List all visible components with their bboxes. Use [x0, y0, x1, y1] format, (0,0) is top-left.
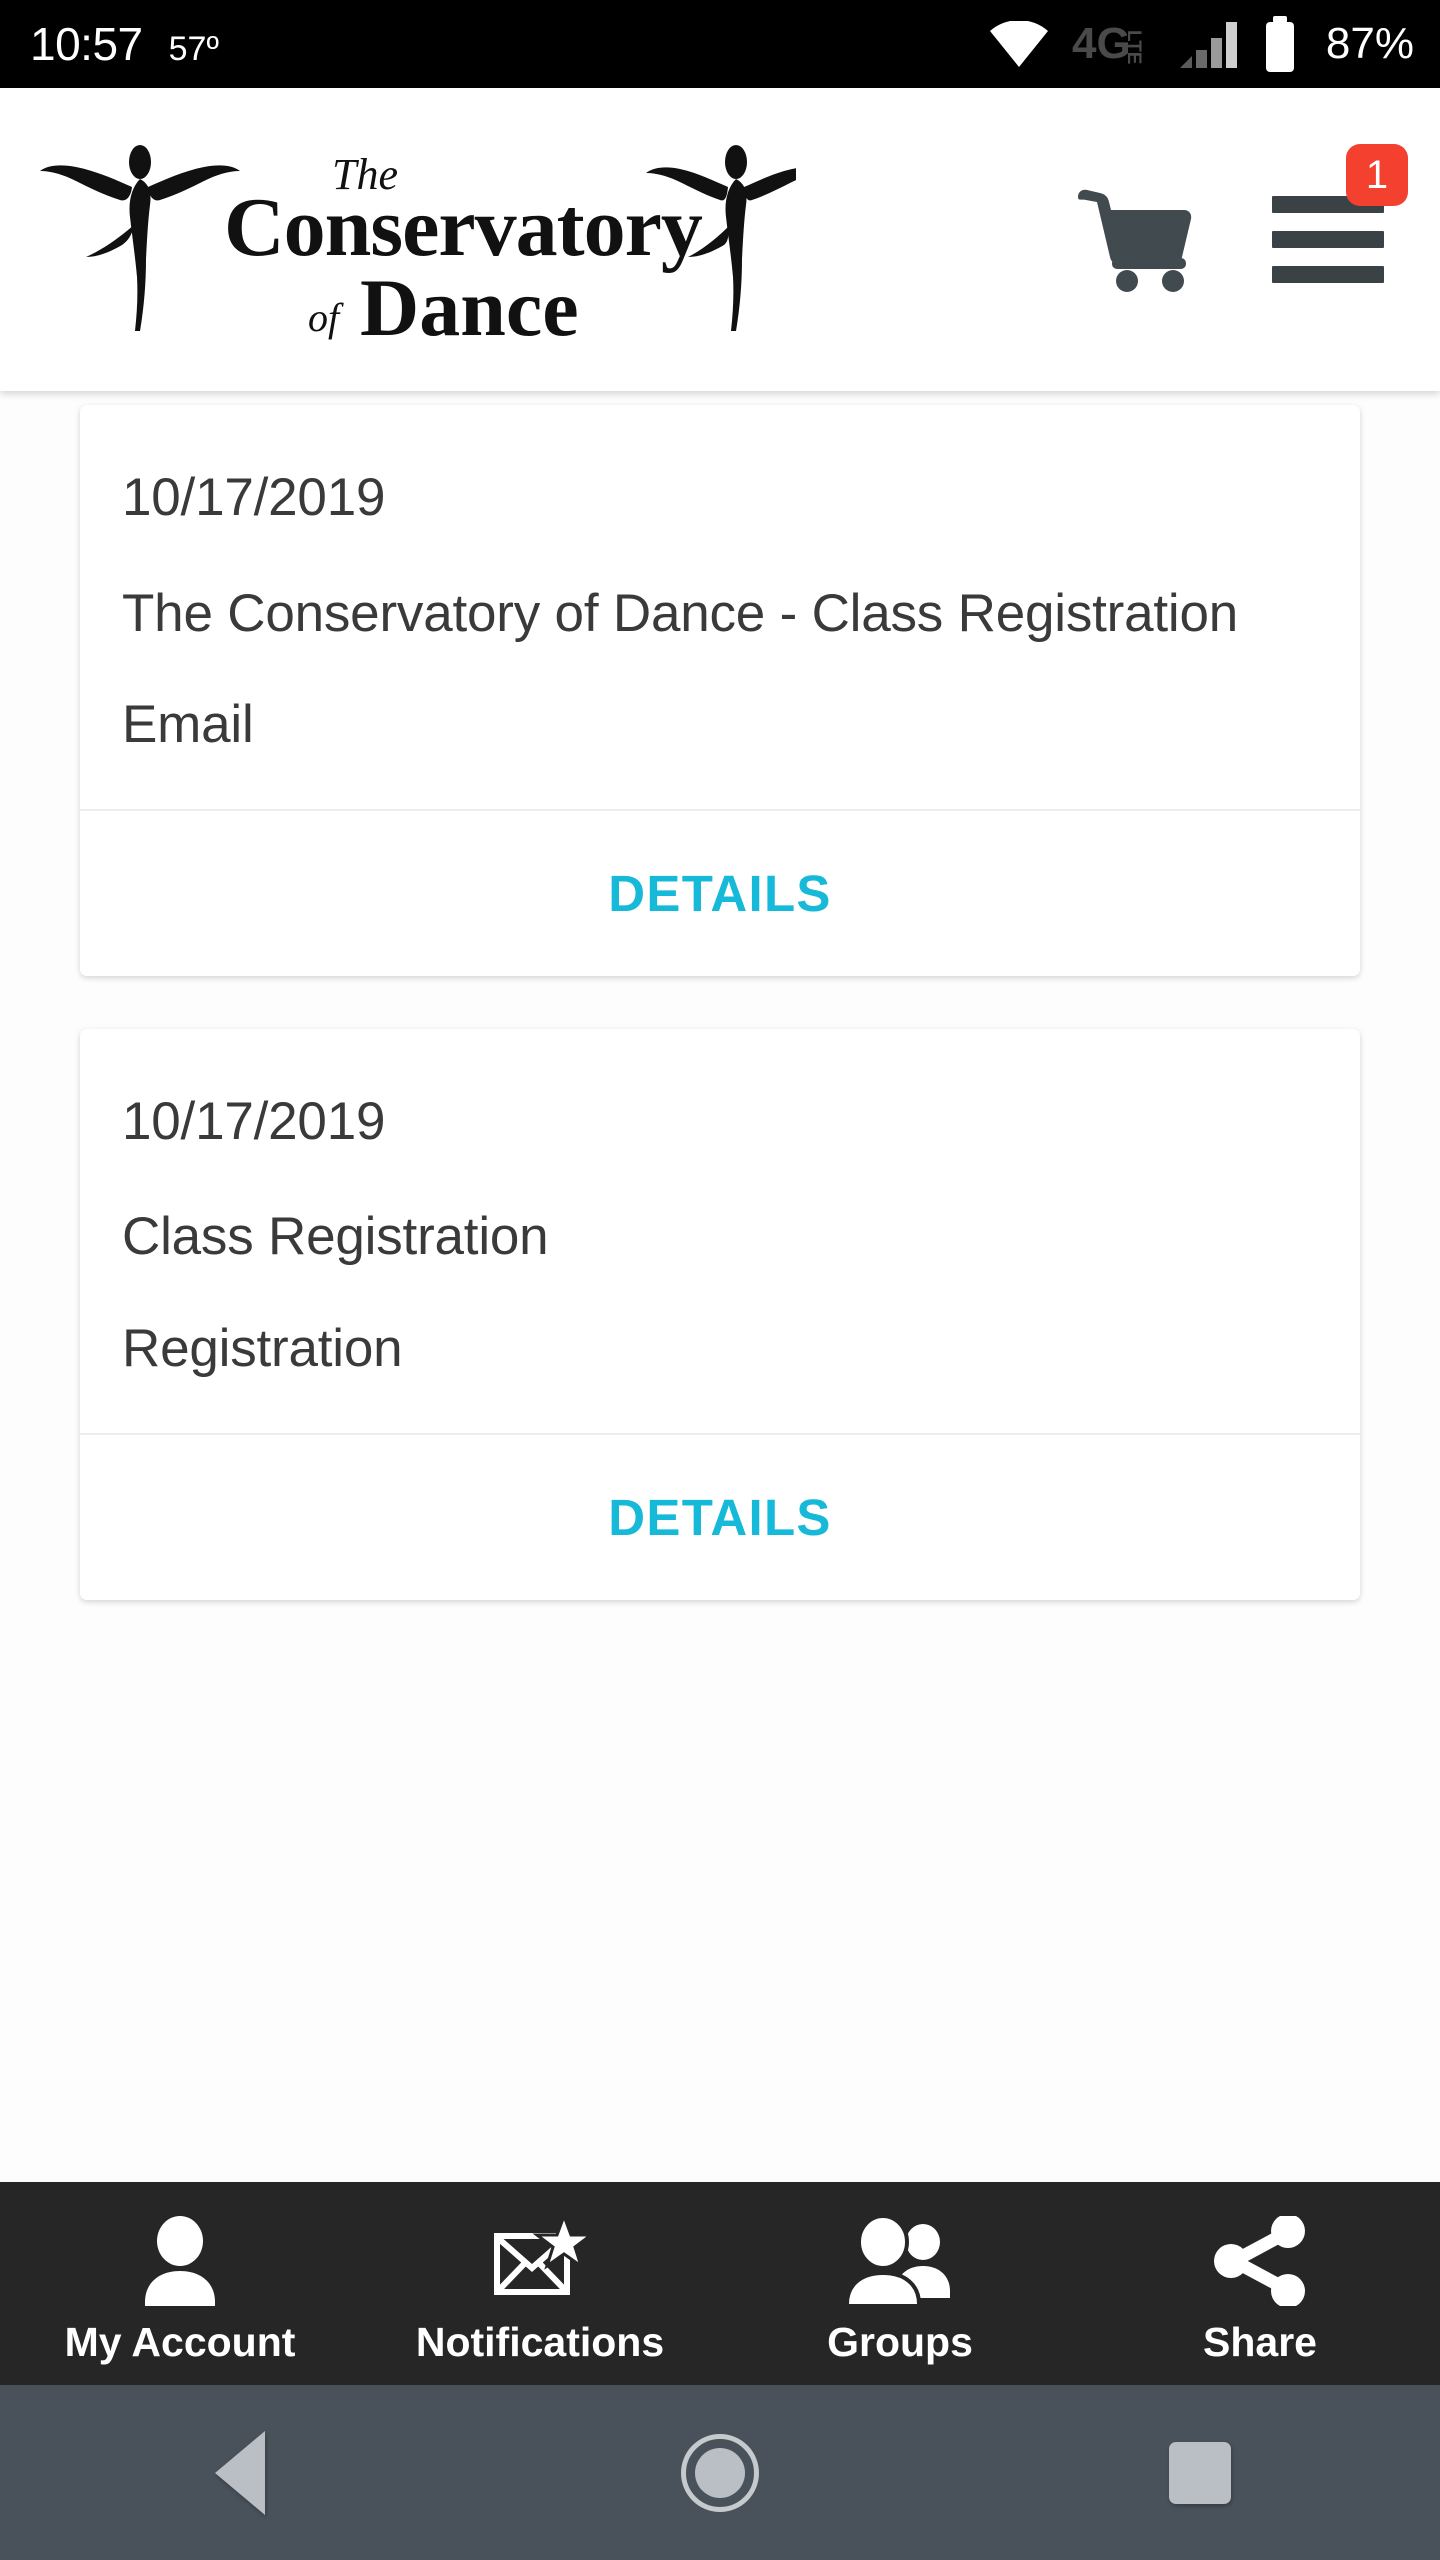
system-status-bar: 10:57 57º 4G LTE 87% — [0, 0, 1440, 88]
card-date: 10/17/2019 — [122, 468, 386, 527]
card-type: Email — [122, 695, 254, 755]
card-title: The Conservatory of Dance - Class Regist… — [122, 583, 1239, 643]
bottom-tab-bar: My Account Notifications Groups Share — [0, 2182, 1440, 2385]
tab-my-account[interactable]: My Account — [0, 2182, 360, 2385]
envelope-star-icon — [494, 2214, 586, 2308]
svg-text:4G: 4G — [1072, 19, 1131, 68]
square-recents-icon — [1169, 2441, 1231, 2504]
recents-button[interactable] — [960, 2441, 1440, 2504]
card-type: Registration — [122, 1319, 403, 1379]
tab-label: Notifications — [415, 2319, 665, 2365]
hamburger-menu-icon — [1272, 196, 1384, 283]
card-title: Class Registration — [122, 1207, 549, 1267]
cellular-signal-icon — [1178, 18, 1240, 70]
home-button[interactable] — [480, 2433, 960, 2512]
status-bar-right: 4G LTE 87% — [988, 16, 1414, 72]
tab-share[interactable]: Share — [1080, 2182, 1440, 2385]
people-group-icon — [845, 2214, 955, 2308]
app-header: The Conservatory of Dance 1 — [0, 88, 1440, 391]
wifi-icon — [988, 21, 1050, 67]
details-button[interactable]: DETAILS — [80, 1434, 1360, 1600]
card-date: 10/17/2019 — [122, 1091, 386, 1151]
circle-home-icon — [681, 2433, 759, 2512]
notification-card: 10/17/2019 Class Registration Registrati… — [80, 1028, 1360, 1600]
tab-label: My Account — [64, 2319, 296, 2365]
details-button-label: DETAILS — [608, 864, 832, 922]
network-4glte-icon: 4G LTE — [1072, 16, 1156, 72]
tab-label: Groups — [827, 2319, 973, 2365]
person-icon — [137, 2214, 223, 2308]
svg-text:Conservatory: Conservatory — [224, 181, 703, 274]
back-button[interactable] — [0, 2430, 480, 2515]
menu-notification-badge: 1 — [1346, 144, 1408, 206]
tab-groups[interactable]: Groups — [720, 2182, 1080, 2385]
tab-label: Share — [1203, 2319, 1317, 2365]
app-root: 10:57 57º 4G LTE 87% The Conservatory of… — [0, 0, 1440, 2560]
status-time: 10:57 — [30, 18, 143, 70]
details-button-label: DETAILS — [608, 1488, 832, 1546]
battery-icon — [1262, 16, 1298, 72]
card-body: 10/17/2019 Class Registration Registrati… — [80, 1029, 1360, 1433]
svg-text:of: of — [308, 295, 344, 340]
status-bar-left: 10:57 57º — [30, 21, 219, 67]
share-nodes-icon — [1212, 2214, 1308, 2308]
brand-logo[interactable]: The Conservatory of Dance — [36, 135, 796, 345]
android-system-nav — [0, 2385, 1440, 2560]
svg-text:Dance: Dance — [360, 262, 579, 345]
tab-notifications[interactable]: Notifications — [360, 2182, 720, 2385]
hamburger-menu-button[interactable]: 1 — [1272, 144, 1408, 283]
header-actions: 1 — [1076, 144, 1408, 292]
notifications-list: 10/17/2019 The Conservatory of Dance - C… — [0, 391, 1440, 2182]
status-temperature: 57º — [168, 30, 219, 68]
svg-text:LTE: LTE — [1123, 30, 1144, 64]
shopping-cart-button[interactable] — [1076, 188, 1194, 292]
battery-percentage: 87% — [1325, 19, 1414, 68]
triangle-back-icon — [215, 2430, 265, 2515]
details-button[interactable]: DETAILS — [80, 810, 1360, 976]
notification-card: 10/17/2019 The Conservatory of Dance - C… — [80, 405, 1360, 976]
card-body: 10/17/2019 The Conservatory of Dance - C… — [80, 405, 1360, 809]
